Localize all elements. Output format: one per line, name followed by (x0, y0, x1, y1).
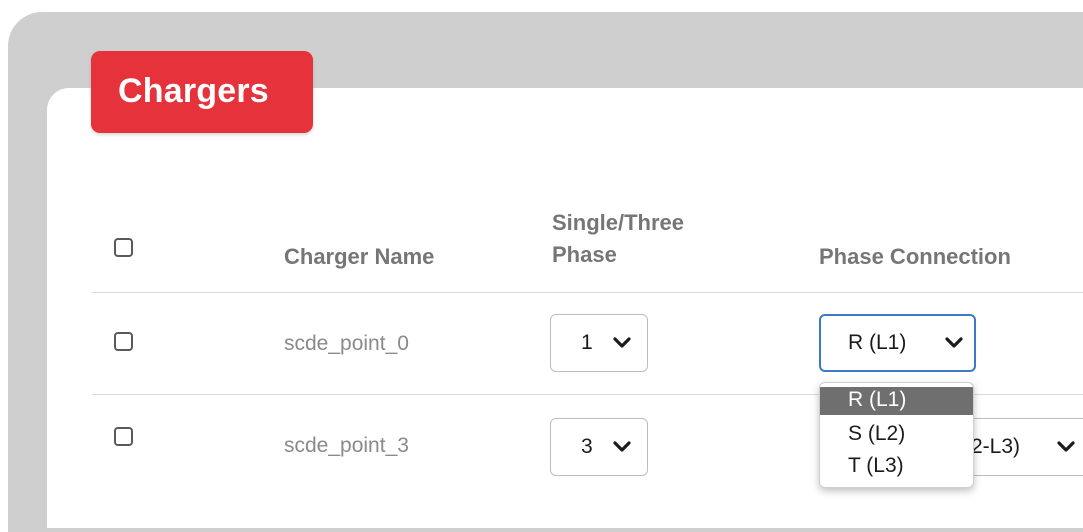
chevron-down-icon (613, 337, 631, 348)
charger-name-cell: scde_point_3 (284, 434, 409, 457)
chevron-down-icon (945, 337, 963, 348)
phase-connection-select[interactable]: R (L1) (819, 314, 976, 372)
header-phase-line1: Single/Three (552, 210, 685, 235)
header-charger-name: Charger Name (284, 244, 435, 269)
select-all-checkbox[interactable] (114, 238, 133, 257)
header-phase-line2: Phase (552, 242, 617, 267)
header-single-three-phase: Single/Three Phase (552, 207, 684, 271)
phase-select[interactable]: 3 (550, 418, 648, 476)
dropdown-option-s-l2[interactable]: S (L2) (820, 421, 973, 449)
phase-select-value: 3 (581, 435, 593, 458)
header-divider (92, 292, 1083, 293)
phase-connection-dropdown-list: R (L1) S (L2) T (L3) (819, 382, 974, 488)
row-checkbox[interactable] (114, 332, 133, 351)
header-phase-connection: Phase Connection (819, 244, 1011, 269)
chevron-down-icon (1057, 441, 1075, 452)
phase-select-value: 1 (581, 331, 593, 354)
card-title: Chargers (118, 72, 269, 110)
phase-connection-value: R (L1) (848, 331, 907, 354)
dropdown-option-r-l1[interactable]: R (L1) (820, 387, 973, 415)
charger-name-cell: scde_point_0 (284, 332, 409, 355)
phase-select[interactable]: 1 (550, 314, 648, 372)
chevron-down-icon (613, 441, 631, 452)
dropdown-option-t-l3[interactable]: T (L3) (820, 453, 973, 481)
row-checkbox[interactable] (114, 427, 133, 446)
phase-connection-value: 2-L3) (971, 435, 1021, 458)
